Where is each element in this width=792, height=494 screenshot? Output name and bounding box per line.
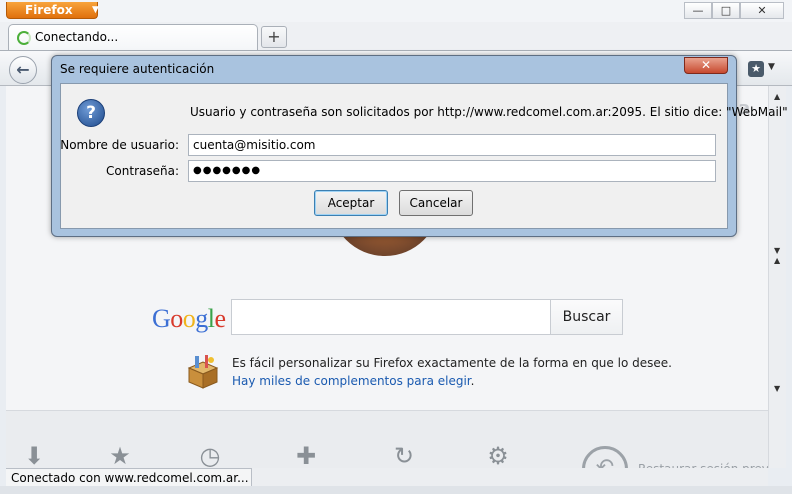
google-logo-letter: g [195, 304, 208, 333]
window-bottom-edge [0, 486, 792, 494]
addons-promo-text: Es fácil personalizar su Firefox exactam… [232, 356, 672, 370]
password-label: Contraseña: [106, 164, 179, 178]
addons-box-icon [187, 355, 219, 389]
status-bar: Conectado con www.redcomel.com.ar... [6, 468, 252, 488]
google-logo-letter: l [207, 304, 215, 333]
question-icon: ? [77, 99, 105, 127]
sync-icon[interactable]: ↻ [390, 442, 418, 470]
dialog-title: Se requiere autenticación [60, 62, 215, 76]
addons-icon[interactable]: ✚ [292, 442, 320, 470]
tab-current[interactable]: Conectando... [8, 24, 258, 50]
maximize-button[interactable]: □ [712, 2, 740, 19]
scroll-down-icon[interactable]: ▼ [774, 384, 780, 393]
tab-title: Conectando... [35, 30, 119, 44]
addons-link[interactable]: Hay miles de complementos para elegir [232, 374, 471, 388]
username-field[interactable]: cuenta@misitio.com [188, 134, 716, 156]
search-input[interactable] [231, 299, 551, 335]
search-button[interactable]: Buscar [550, 299, 623, 335]
window-close-button[interactable]: ✕ [740, 2, 784, 19]
minimize-button[interactable]: — [684, 2, 712, 19]
google-logo-letter: o [182, 304, 196, 333]
loading-spinner-icon [17, 31, 31, 45]
scroll-down-icon[interactable]: ▼ [774, 246, 780, 255]
accept-button[interactable]: Aceptar [314, 190, 388, 216]
google-logo-letter: e [214, 304, 227, 333]
dialog-close-button[interactable]: ✕ [684, 57, 728, 74]
chevron-down-icon: ▼ [92, 5, 99, 15]
window-titlebar [0, 0, 792, 22]
bookmarks-icon[interactable]: ★ [106, 442, 134, 470]
cancel-button[interactable]: Cancelar [399, 190, 473, 216]
google-logo-letter: G [152, 304, 171, 333]
downloads-icon[interactable]: ⬇ [20, 442, 48, 470]
bookmarks-menu-arrow-icon[interactable]: ▼ [768, 62, 775, 72]
history-icon[interactable]: ◷ [196, 442, 224, 470]
google-logo-letter: o [170, 304, 183, 333]
scroll-up-icon[interactable]: ▲ [774, 92, 780, 101]
new-tab-button[interactable]: + [261, 26, 287, 48]
firefox-menu-label: Firefox [25, 3, 73, 17]
addons-link-line: Hay miles de complementos para elegir. [232, 374, 474, 388]
addons-link-period: . [470, 374, 475, 388]
vertical-scrollbar[interactable]: ▲ ▼ ▲ ▼ [768, 86, 786, 468]
back-button[interactable]: ← [9, 56, 37, 84]
auth-dialog: Se requiere autenticación ✕ ? Usuario y … [51, 55, 788, 237]
bookmarks-icon[interactable]: ★ [748, 61, 764, 77]
dialog-message: Usuario y contraseña son solicitados por… [190, 105, 788, 119]
google-logo: Google [152, 304, 226, 334]
dialog-body: ? Usuario y contraseña son solicitados p… [60, 83, 788, 229]
password-field[interactable]: ●●●●●●● [188, 160, 716, 182]
scroll-up-icon[interactable]: ▲ [774, 256, 780, 265]
firefox-menu-button[interactable]: Firefox ▼ [6, 2, 99, 19]
settings-icon[interactable]: ⚙ [484, 442, 512, 470]
username-label: Nombre de usuario: [60, 138, 179, 152]
